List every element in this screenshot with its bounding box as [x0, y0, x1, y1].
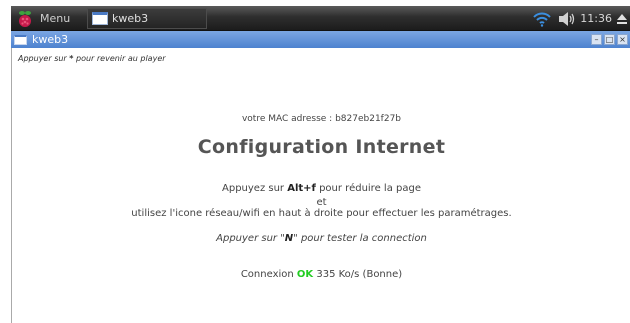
taskbar: Menu kweb3 11:36 — [11, 6, 630, 31]
menu-button[interactable]: Menu — [13, 8, 73, 29]
maximize-button[interactable]: □ — [604, 34, 615, 45]
wifi-icon[interactable] — [532, 11, 552, 27]
window-controls: – □ × — [591, 34, 628, 45]
mac-address: votre MAC adresse : b827eb21f27b — [241, 114, 402, 124]
connection-status: Connexion OK 335 Ko/s (Bonne) — [240, 269, 403, 280]
minimize-button[interactable]: – — [591, 34, 602, 45]
eject-icon[interactable] — [616, 13, 628, 25]
raspberry-pi-icon — [19, 10, 31, 27]
taskbar-item-kweb3[interactable]: kweb3 — [87, 8, 207, 29]
page-title: Configuration Internet — [197, 136, 446, 158]
menu-label: Menu — [40, 12, 71, 25]
instruction-wifi: utilisez l'icone réseau/wifi en haut à d… — [131, 208, 512, 219]
volume-icon[interactable] — [558, 11, 576, 27]
status-ok: OK — [296, 269, 314, 280]
system-tray: 11:36 — [532, 6, 630, 31]
close-button[interactable]: × — [617, 34, 628, 45]
instruction-test: Appuyer sur "N" pour tester la connectio… — [216, 233, 427, 244]
player-hint: Appuyer sur * pour revenir au player — [18, 54, 166, 63]
clock: 11:36 — [580, 12, 612, 25]
browser-content: Appuyer sur * pour revenir au player vot… — [11, 48, 630, 323]
window-icon — [14, 34, 27, 45]
window-title: kweb3 — [32, 33, 69, 46]
instruction-reduce: Appuyez sur Alt+f pour réduire la page — [222, 183, 421, 194]
window-icon — [92, 12, 108, 25]
window-titlebar[interactable]: kweb3 – □ × — [11, 31, 630, 48]
instruction-and: et — [316, 197, 327, 208]
taskbar-item-label: kweb3 — [112, 12, 149, 25]
